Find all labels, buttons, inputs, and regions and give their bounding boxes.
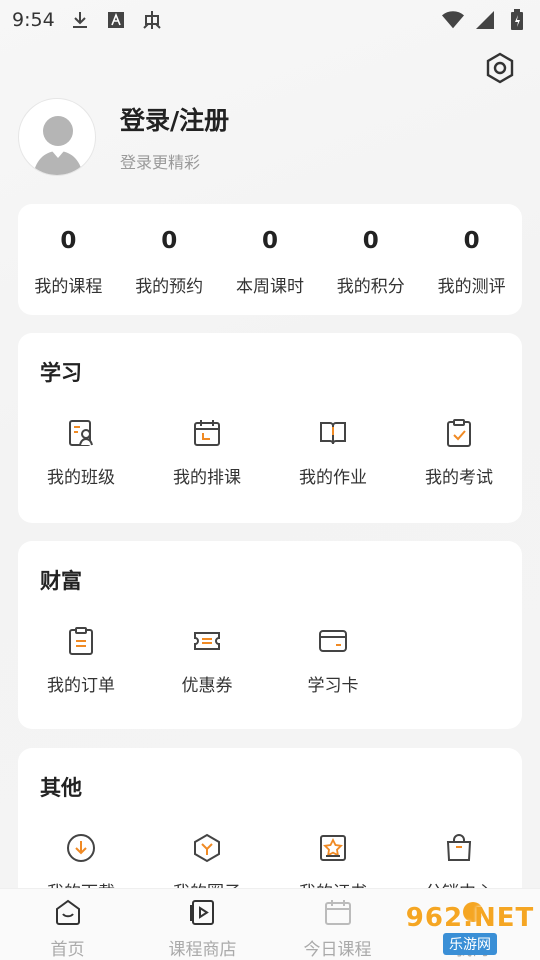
stat-my-courses[interactable]: 0 我的课程 <box>18 204 119 315</box>
watermark-bottom: 乐游网 <box>443 933 497 955</box>
section-title: 学习 <box>40 361 82 385</box>
default-avatar-icon <box>33 116 83 175</box>
status-bar: 9:54 <box>0 0 540 40</box>
stat-label: 我的课程 <box>34 277 103 297</box>
tab-label: 今日课程 <box>303 940 372 960</box>
my-homework-item[interactable]: 我的作业 <box>270 417 396 488</box>
study-section: 学习 我的班级 我的排课 我的作业 我的考试 <box>18 333 522 523</box>
section-title: 财富 <box>40 569 82 593</box>
stat-value: 0 <box>261 228 278 254</box>
my-exam-item[interactable]: 我的考试 <box>396 417 522 488</box>
stat-my-points[interactable]: 0 我的积分 <box>320 204 421 315</box>
book-icon <box>320 422 346 445</box>
stat-label: 本周课时 <box>235 277 304 297</box>
stat-value: 0 <box>161 228 178 254</box>
download-icon <box>69 9 91 31</box>
settings-icon <box>486 52 514 84</box>
a-icon <box>105 9 127 31</box>
signal-icon <box>474 9 496 31</box>
class-icon <box>69 420 93 446</box>
exam-icon <box>447 419 471 447</box>
store-icon <box>189 900 214 925</box>
grid-label: 我的班级 <box>47 468 115 488</box>
stat-value: 0 <box>463 228 480 254</box>
watermark-top: 962.NET <box>405 903 535 933</box>
grid-label: 我的排课 <box>173 468 241 488</box>
login-register-link[interactable]: 登录/注册 <box>120 101 229 137</box>
tab-label: 首页 <box>50 940 85 960</box>
grid-label: 优惠券 <box>181 676 233 696</box>
card-icon <box>319 630 347 652</box>
stats-card: 0 我的课程 0 我的预约 0 本周课时 0 我的积分 0 我的测评 <box>18 204 522 315</box>
my-schedule-item[interactable]: 我的排课 <box>144 417 270 488</box>
my-orders-item[interactable]: 我的订单 <box>18 625 144 696</box>
download-circle-icon <box>67 834 95 862</box>
status-time: 9:54 <box>12 9 55 31</box>
settings-button[interactable] <box>482 50 518 86</box>
coupon-icon <box>194 632 220 650</box>
section-title: 其他 <box>40 776 82 800</box>
stat-weekly-hours[interactable]: 0 本周课时 <box>220 204 321 315</box>
coupons-item[interactable]: 优惠券 <box>144 625 270 696</box>
watermark-logo: 962.NET 乐游网 <box>400 900 540 958</box>
login-subtitle: 登录更精彩 <box>120 153 201 172</box>
stat-value: 0 <box>60 228 77 254</box>
tab-home[interactable]: 首页 <box>0 889 135 960</box>
study-card-item[interactable]: 学习卡 <box>270 625 396 696</box>
order-icon <box>69 627 93 655</box>
my-class-item[interactable]: 我的班级 <box>18 417 144 488</box>
shopping-bag-icon <box>446 834 472 861</box>
avatar[interactable] <box>18 98 96 176</box>
stat-my-assessments[interactable]: 0 我的测评 <box>421 204 522 315</box>
bug-icon <box>141 9 163 31</box>
wealth-section: 财富 我的订单 优惠券 学习卡 <box>18 541 522 729</box>
grid-label: 我的订单 <box>47 676 115 696</box>
stat-label: 我的测评 <box>437 277 506 297</box>
tab-label: 课程商店 <box>168 940 237 960</box>
stat-label: 我的积分 <box>336 277 405 297</box>
stat-label: 我的预约 <box>135 277 204 297</box>
stat-value: 0 <box>362 228 379 254</box>
home-icon <box>55 899 80 925</box>
wifi-icon <box>442 9 464 31</box>
calendar-icon <box>194 420 220 446</box>
grid-label: 我的考试 <box>425 468 493 488</box>
tab-today-course[interactable]: 今日课程 <box>270 889 405 960</box>
tab-course-store[interactable]: 课程商店 <box>135 889 270 960</box>
battery-icon <box>506 9 528 31</box>
grid-label: 我的作业 <box>299 468 367 488</box>
certificate-icon <box>320 835 346 861</box>
grid-label: 学习卡 <box>307 676 359 696</box>
circle-icon <box>194 833 220 863</box>
stat-my-appointments[interactable]: 0 我的预约 <box>119 204 220 315</box>
profile-header[interactable]: 登录/注册 登录更精彩 <box>18 98 229 176</box>
today-icon <box>324 900 351 925</box>
